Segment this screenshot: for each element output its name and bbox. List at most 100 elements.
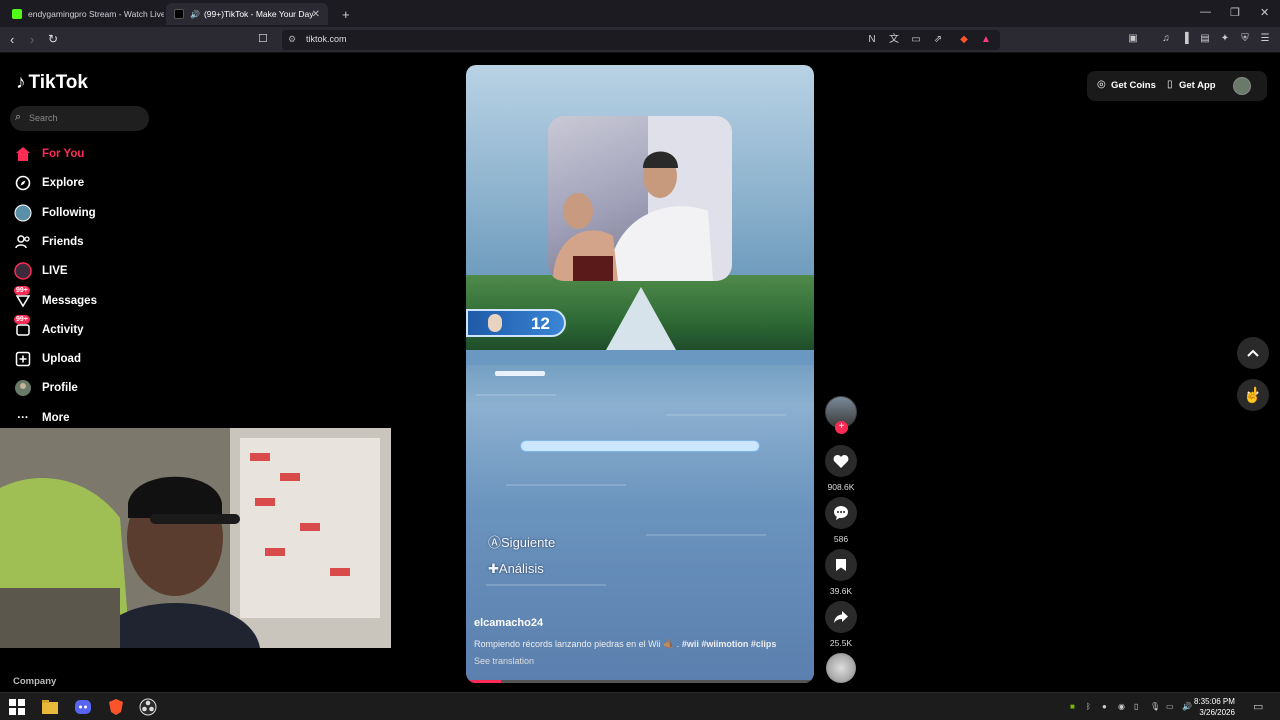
share-icon[interactable]: ⇗ [932,34,944,46]
comment-icon [825,497,857,529]
creator-avatar[interactable]: + [825,396,857,434]
close-window-icon[interactable]: ✕ [1260,6,1269,19]
tab-kick-stream[interactable]: endygamingpro Stream - Watch Live [4,3,164,25]
video-description: Rompiendo récords lanzando piedras en el… [474,639,809,650]
brave-browser-icon[interactable] [107,698,125,716]
file-explorer-icon[interactable] [41,698,59,716]
address-bar-row: ‹ › ↻ ☐ ⚙ tiktok.com N 文 ▭ ⇗ ◆ ▲ ▣ ♫ ▐ ▤… [0,27,1280,53]
url-field[interactable]: ⚙ tiktok.com N 文 ▭ ⇗ ◆ ▲ [282,30,1000,50]
sidebar-item-for-you[interactable]: For You [14,143,84,165]
home-icon [14,145,32,163]
hand-cursor-icon: ☝ [1243,387,1262,404]
save-button[interactable]: 39.6K [825,549,857,596]
get-app-button[interactable]: Get App [1179,80,1216,91]
activity-icon: 99+ [14,315,32,339]
music-disc-button[interactable] [825,653,857,683]
share-count: 25.5K [829,638,853,648]
usb-tray-icon[interactable]: ▯ [1134,702,1144,712]
friends-icon [14,233,32,251]
windows-start-icon[interactable] [8,698,26,716]
sidebar-item-activity[interactable]: 99+ Activity [14,315,84,341]
profile-avatar-icon [14,379,32,397]
sidebar-item-upload[interactable]: Upload [14,348,81,370]
app-tray-icon[interactable]: ◉ [1118,702,1128,712]
url-text: tiktok.com [306,34,347,44]
like-button[interactable]: 908.6K [825,445,857,492]
sidebar-item-more[interactable]: ··· More [14,407,69,429]
comment-button[interactable]: 586 [825,497,857,544]
bluetooth-tray-icon[interactable]: ᛒ [1086,702,1096,712]
leo-ai-icon[interactable]: ✦ [1219,33,1231,45]
sidebar-item-live[interactable]: LIVE [14,260,68,282]
sidebar-item-friends[interactable]: Friends [14,231,84,253]
network-tray-icon[interactable]: ▭ [1166,702,1176,712]
translate-icon[interactable]: 文 [888,34,900,46]
video-progress-bar[interactable] [466,680,814,683]
sidebar-item-label: Friends [42,236,84,248]
reload-icon[interactable]: ↻ [48,32,58,46]
restore-icon[interactable]: ❐ [1230,6,1240,19]
minimize-icon[interactable]: — [1200,6,1211,18]
sidebar-item-label: LIVE [42,265,68,277]
discord-icon[interactable] [74,698,92,716]
video-author[interactable]: elcamacho24 [474,617,809,629]
search-icon: ⌕ [15,111,22,123]
dpad-icon: ✚ [488,561,499,576]
forward-icon[interactable]: › [30,32,34,47]
hashtags[interactable]: #wii #wiimotion #clips [682,639,777,649]
notifications-icon[interactable]: ▭ [1253,700,1263,713]
nvidia-tray-icon[interactable]: ■ [1070,702,1080,712]
players-image [553,116,732,281]
new-tab-button[interactable]: + [334,3,350,25]
footer-company-link[interactable]: Company [13,676,56,687]
share-button[interactable]: 25.5K [825,601,857,648]
bookmark-icon [825,549,857,581]
sidebar-item-explore[interactable]: Explore [14,172,84,194]
vpn-icon[interactable]: ⛨ [1239,33,1251,45]
sidebar-toggle-icon[interactable]: ▐ [1179,33,1191,45]
site-info-icon[interactable]: ⚙ [288,34,296,45]
score-value: 12 [531,314,550,333]
microphone-tray-icon[interactable]: 🎙 [1150,702,1160,712]
cast-icon[interactable]: ▭ [910,34,922,46]
user-avatar[interactable] [1233,77,1251,95]
phone-icon: ▯ [1167,79,1173,90]
close-tab-icon[interactable]: ✕ [312,9,320,20]
volume-tray-icon[interactable]: 🔊 [1182,702,1192,712]
clock-date: 3/26/2026 [1199,708,1235,717]
tiktok-favicon-icon [174,9,184,19]
tiktok-logo[interactable]: ♪ TikTok [16,72,88,94]
sidebar-item-label: Activity [42,324,84,336]
previous-video-button[interactable] [1237,337,1269,369]
brave-rewards-icon[interactable]: ▲ [980,34,992,46]
screenshot-icon[interactable]: ▣ [1127,33,1139,45]
obs-icon[interactable] [139,698,157,716]
search-placeholder: Search [29,113,58,123]
top-right-actions: ◎ Get Coins ▯ Get App [1087,71,1267,101]
media-icon[interactable]: ♫ [1160,33,1172,45]
bookmark-icon[interactable]: ☐ [258,32,268,45]
sidebar-item-following[interactable]: Following [14,202,96,224]
sidebar-item-label: Upload [42,353,81,365]
follow-plus-icon[interactable]: + [835,421,848,434]
discord-tray-icon[interactable]: ● [1102,702,1112,712]
live-icon [14,262,32,280]
sidebar-item-messages[interactable]: 99+ Messages [14,286,97,312]
tiktok-page: ♪ TikTok ⌕ Search For You Explore Follow… [0,54,1280,692]
see-translation-link[interactable]: See translation [474,656,809,666]
system-clock[interactable]: 8:35:06 PM 3/26/2026 [1194,696,1235,718]
wallet-icon[interactable]: ▤ [1199,33,1211,45]
browser-tab-bar: endygamingpro Stream - Watch Live 🔊 (99+… [0,0,1280,27]
tab-tiktok[interactable]: 🔊 (99+)TikTok - Make Your Day ✕ [166,3,328,25]
brave-shield-icon[interactable]: ◆ [958,34,970,46]
menu-icon[interactable]: ☰ [1259,33,1271,45]
get-coins-button[interactable]: Get Coins [1111,80,1156,91]
reader-icon[interactable]: N [866,34,878,46]
sidebar-item-profile[interactable]: Profile [14,377,78,399]
windows-taskbar: ■ ᛒ ● ◉ ▯ 🎙 ▭ 🔊 8:35:06 PM 3/26/2026 ▭ [0,692,1280,720]
tab-label: endygamingpro Stream - Watch Live [28,9,164,19]
video-player[interactable]: 12 ⒶSiguiente ✚Análisis elcamacho24 Romp… [466,65,814,683]
coin-icon: ◎ [1097,79,1106,90]
back-icon[interactable]: ‹ [10,32,14,47]
search-input[interactable]: ⌕ Search [10,106,149,131]
